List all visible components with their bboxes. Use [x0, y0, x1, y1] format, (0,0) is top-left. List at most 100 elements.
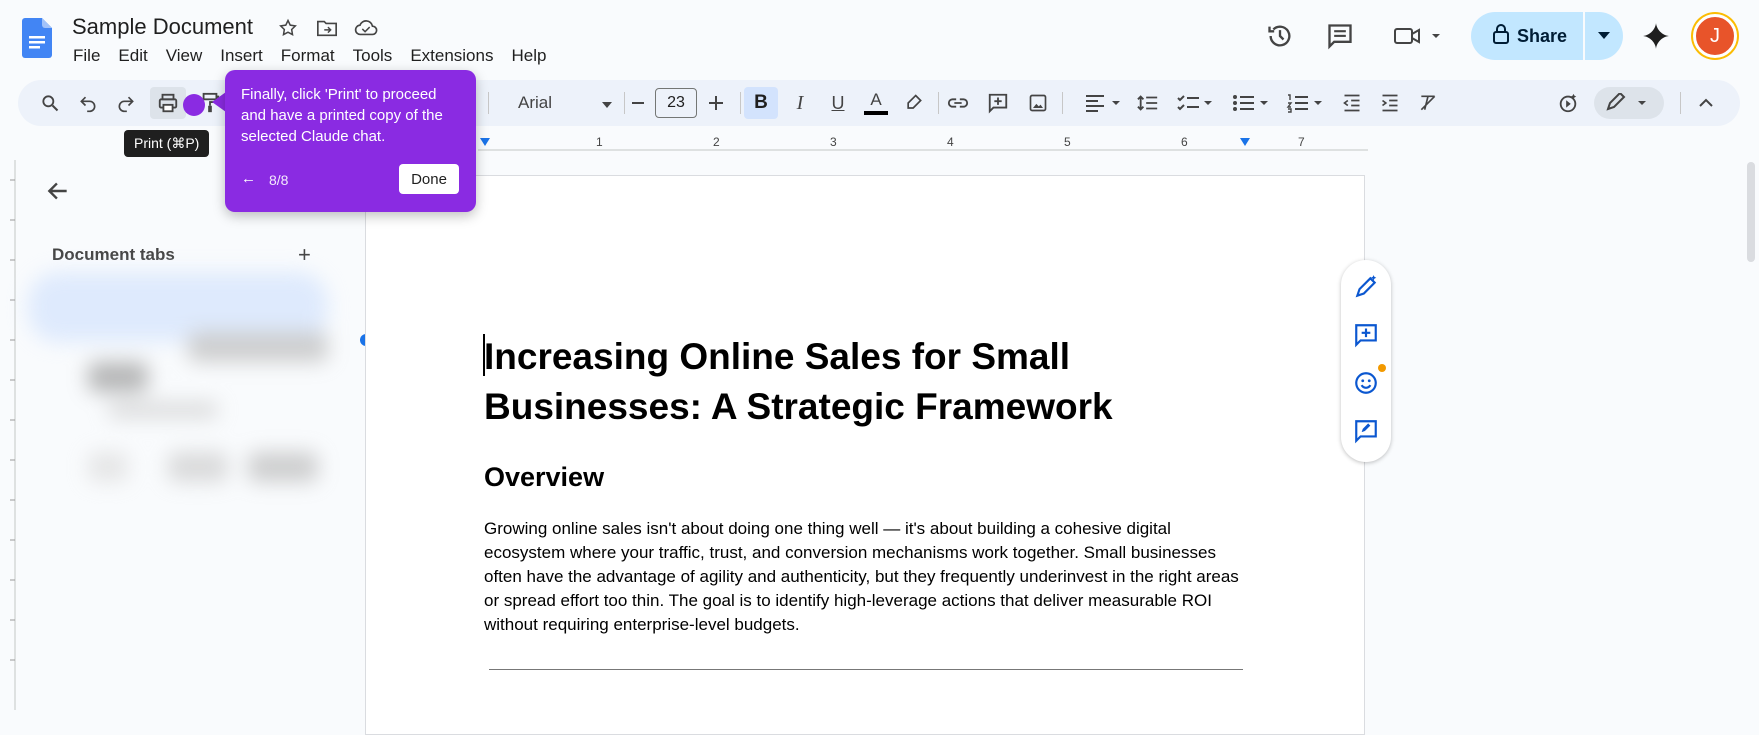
- text-color-letter: A: [870, 90, 882, 109]
- hide-menus-chevron-up-icon[interactable]: [1690, 87, 1722, 119]
- underline-button[interactable]: U: [822, 87, 854, 119]
- menu-extensions[interactable]: Extensions: [401, 44, 502, 68]
- gemini-sparkle-icon[interactable]: [1638, 18, 1674, 54]
- ruler-number: 7: [1298, 135, 1305, 149]
- bulleted-list-button[interactable]: [1230, 87, 1274, 119]
- document-heading[interactable]: Increasing Online Sales for Small Busine…: [484, 332, 1164, 432]
- font-family-value: Arial: [518, 93, 553, 112]
- document-subheading[interactable]: Overview: [484, 462, 604, 493]
- insert-image-icon[interactable]: [1022, 87, 1054, 119]
- menu-help[interactable]: Help: [502, 44, 555, 68]
- insert-link-icon[interactable]: [942, 87, 974, 119]
- top-bar: Sample Document File Edit View Insert Fo…: [0, 0, 1759, 78]
- share-label: Share: [1517, 25, 1568, 46]
- chevron-down-icon: [1598, 27, 1610, 45]
- cloud-saved-icon[interactable]: [354, 16, 378, 40]
- toolbar-divider: [1680, 92, 1681, 114]
- emoji-reaction-icon[interactable]: [1353, 370, 1379, 396]
- help-me-write-icon[interactable]: [1353, 274, 1379, 300]
- chevron-down-icon: [602, 93, 612, 113]
- text-color-button[interactable]: A: [860, 87, 892, 119]
- toolbar-divider: [938, 92, 939, 114]
- checklist-icon: [1177, 95, 1212, 111]
- lock-icon: [1493, 23, 1509, 49]
- tour-step-counter: 8/8: [269, 172, 289, 188]
- tour-popup-arrow: [212, 92, 226, 112]
- print-icon: [158, 93, 178, 113]
- back-arrow-icon[interactable]: [44, 178, 74, 206]
- share-dropdown-button[interactable]: [1585, 12, 1623, 60]
- meet-video-icon[interactable]: [1390, 18, 1448, 54]
- document-page[interactable]: [365, 175, 1365, 735]
- move-folder-icon[interactable]: [315, 16, 339, 40]
- plus-icon: [709, 96, 723, 110]
- menu-insert[interactable]: Insert: [211, 44, 272, 68]
- blurred-tabs-list: [28, 262, 338, 522]
- tour-instruction-text: Finally, click 'Print' to proceed and ha…: [241, 86, 443, 145]
- menu-format[interactable]: Format: [272, 44, 344, 68]
- vertical-scrollbar[interactable]: [1747, 162, 1755, 262]
- version-history-icon[interactable]: [1262, 18, 1298, 54]
- italic-button[interactable]: I: [784, 87, 816, 119]
- ruler-number: 1: [596, 135, 603, 149]
- align-left-icon: [1086, 95, 1120, 112]
- clear-formatting-icon[interactable]: [1412, 87, 1444, 119]
- increase-indent-icon[interactable]: [1374, 87, 1406, 119]
- checklist-button[interactable]: [1174, 87, 1218, 119]
- floating-action-bar: [1341, 260, 1391, 462]
- bullet-list-icon: [1233, 95, 1268, 111]
- redo-icon[interactable]: [110, 87, 142, 119]
- document-title[interactable]: Sample Document: [72, 14, 253, 40]
- add-comment-icon[interactable]: [1353, 322, 1379, 348]
- share-button[interactable]: Share: [1471, 12, 1623, 60]
- guided-tour-popup: Finally, click 'Print' to proceed and ha…: [225, 70, 476, 212]
- gemini-edit-icon[interactable]: [1552, 87, 1584, 119]
- numbered-list-button[interactable]: [1284, 87, 1328, 119]
- docs-logo-icon[interactable]: [22, 18, 52, 58]
- share-main-button[interactable]: Share: [1471, 12, 1583, 60]
- print-button[interactable]: [150, 87, 186, 119]
- account-avatar[interactable]: J: [1693, 14, 1737, 58]
- decrease-font-size-button[interactable]: [622, 87, 654, 119]
- tour-back-arrow-icon[interactable]: ←: [241, 170, 256, 187]
- document-body-paragraph[interactable]: Growing online sales isn't about doing o…: [484, 517, 1244, 637]
- font-size-input[interactable]: 23: [655, 88, 697, 118]
- line-spacing-icon[interactable]: [1132, 87, 1164, 119]
- menu-tools[interactable]: Tools: [344, 44, 402, 68]
- menu-edit[interactable]: Edit: [109, 44, 156, 68]
- align-button[interactable]: [1082, 87, 1126, 119]
- minus-icon: [632, 102, 644, 104]
- vertical-ruler-marks: [10, 160, 16, 710]
- toolbar-divider: [740, 92, 741, 114]
- comments-icon[interactable]: [1322, 18, 1358, 54]
- text-color-swatch: [864, 111, 888, 115]
- menu-view[interactable]: View: [157, 44, 212, 68]
- increase-font-size-button[interactable]: [700, 87, 732, 119]
- pencil-icon: [1606, 93, 1646, 111]
- undo-icon[interactable]: [72, 87, 104, 119]
- tour-hotspot-dot: [183, 94, 205, 116]
- numbered-list-icon: [1286, 94, 1322, 113]
- ruler-number: 3: [830, 135, 837, 149]
- tour-done-button[interactable]: Done: [399, 164, 459, 194]
- ruler-number: 2: [713, 135, 720, 149]
- toolbar-divider: [1062, 92, 1063, 114]
- toolbar-divider: [488, 92, 489, 114]
- add-comment-icon[interactable]: [982, 87, 1014, 119]
- ruler-marks: [478, 138, 1368, 151]
- highlight-color-icon[interactable]: [898, 87, 930, 119]
- search-menus-icon[interactable]: [34, 87, 66, 119]
- editing-mode-button[interactable]: [1594, 87, 1664, 119]
- print-tooltip: Print (⌘P): [124, 130, 210, 157]
- font-family-select[interactable]: Arial: [508, 87, 618, 119]
- ruler-number: 4: [947, 135, 954, 149]
- vertical-ruler[interactable]: [0, 160, 16, 710]
- star-icon[interactable]: [276, 16, 300, 40]
- horizontal-ruler[interactable]: 1 2 3 4 5 6 7: [478, 135, 1368, 156]
- bold-button[interactable]: B: [744, 87, 778, 119]
- notification-dot: [1378, 364, 1386, 372]
- decrease-indent-icon[interactable]: [1336, 87, 1368, 119]
- menu-file[interactable]: File: [64, 44, 109, 68]
- suggest-edits-icon[interactable]: [1353, 418, 1379, 444]
- menu-bar: File Edit View Insert Format Tools Exten…: [64, 44, 555, 68]
